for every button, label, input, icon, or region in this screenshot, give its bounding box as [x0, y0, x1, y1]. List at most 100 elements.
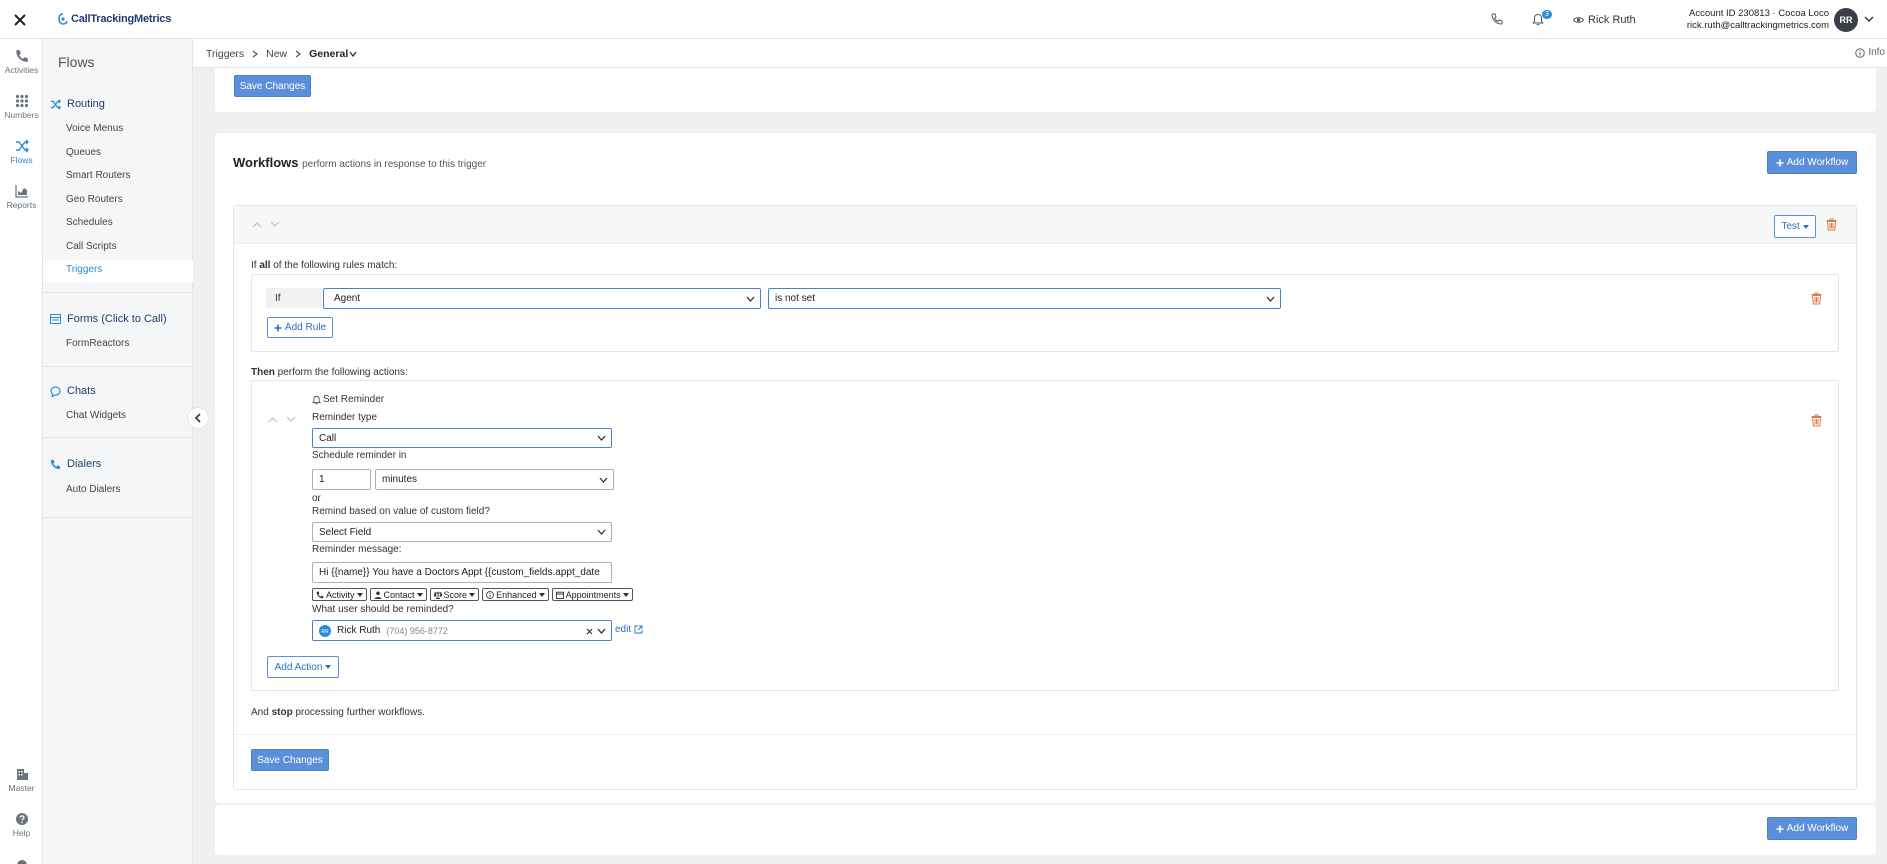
sidebar-title: Flows — [58, 54, 95, 70]
phone-icon[interactable] — [1491, 13, 1503, 25]
rail-help[interactable]: Help — [0, 812, 43, 838]
dialer-icon — [50, 459, 61, 469]
rail-settings[interactable] — [0, 857, 43, 864]
breadcrumb-new[interactable]: New — [266, 48, 287, 60]
token-activity-button[interactable]: Activity — [312, 588, 367, 601]
sidebar-item-chat-widgets[interactable]: Chat Widgets — [66, 410, 126, 421]
sidebar-item-auto-dialers[interactable]: Auto Dialers — [66, 484, 120, 495]
edit-user-link[interactable]: edit — [615, 624, 643, 635]
add-workflow-button-top[interactable]: Add Workflow — [1767, 151, 1857, 174]
rail-activities[interactable]: Activities — [0, 49, 43, 75]
avatar[interactable]: RR — [1834, 8, 1858, 32]
schedule-unit-select[interactable]: minutes — [375, 469, 614, 490]
delete-workflow-icon[interactable] — [1826, 218, 1837, 231]
user-select-phone: (704) 956-8772 — [386, 625, 448, 636]
token-label: Contact — [383, 589, 415, 600]
rule-field-select[interactable]: Agent — [323, 288, 761, 309]
sidebar-section-routing[interactable]: Routing — [50, 98, 105, 110]
sidebar-section-label: Dialers — [67, 458, 102, 470]
add-workflow-button-bottom[interactable]: Add Workflow — [1767, 817, 1857, 840]
rail-master[interactable]: Master — [0, 767, 43, 793]
account-id: Account ID 230813 · Cocoa Loco — [1689, 8, 1829, 19]
user-avatar-icon: RR — [319, 624, 331, 637]
workflow-header — [234, 206, 1856, 244]
actions-intro: Then perform the following actions: — [251, 367, 408, 378]
move-down-icon[interactable] — [286, 416, 296, 423]
token-score-button[interactable]: Score — [429, 588, 480, 601]
help-icon — [15, 813, 28, 825]
sidebar-item-triggers[interactable]: Triggers — [66, 264, 102, 275]
sidebar-section-label: Routing — [67, 98, 105, 110]
breadcrumb-triggers[interactable]: Triggers — [206, 48, 244, 60]
rail-reports[interactable]: Reports — [0, 184, 43, 210]
card-divider — [215, 803, 1876, 804]
token-contact-button[interactable]: Contact — [369, 588, 427, 601]
sidebar-section-forms[interactable]: Forms (Click to Call) — [50, 313, 167, 325]
delete-action-icon[interactable] — [1811, 414, 1822, 427]
save-changes-button-top[interactable]: Save Changes — [234, 75, 311, 97]
breadcrumb-bar: Triggers New General Info — [193, 39, 1887, 68]
user-select[interactable]: RR Rick Ruth (704) 956-8772 — [312, 620, 612, 641]
scale-icon — [433, 591, 442, 599]
delete-rule-icon[interactable] — [1811, 292, 1822, 305]
rule-if-label: If — [275, 293, 281, 304]
info-link[interactable]: Info — [1855, 47, 1885, 58]
svg-text:RR: RR — [321, 629, 329, 635]
stop-processing-text: And stop processing further workflows. — [251, 707, 425, 718]
schedule-amount-input[interactable]: 1 — [312, 469, 371, 490]
save-changes-button[interactable]: Save Changes — [251, 749, 329, 771]
move-up-icon[interactable] — [252, 221, 262, 228]
sidebar-item-geo-routers[interactable]: Geo Routers — [66, 194, 123, 205]
test-dropdown-button[interactable]: Test — [1774, 215, 1816, 238]
sidebar-item-schedules[interactable]: Schedules — [66, 217, 113, 228]
chat-icon — [50, 385, 61, 397]
phone-icon — [15, 50, 28, 62]
rule-operator-select[interactable]: is not set — [768, 288, 1281, 309]
custom-field-label: Remind based on value of custom field? — [312, 506, 490, 517]
sidebar-item-smart-routers[interactable]: Smart Routers — [66, 170, 130, 181]
top-bar: CallTrackingMetrics 3 Rick Ruth Account … — [0, 0, 1887, 39]
close-icon[interactable] — [12, 12, 28, 28]
token-label: Enhanced — [496, 589, 537, 600]
app-logo[interactable]: CallTrackingMetrics — [58, 13, 171, 25]
add-workflow-label: Add Workflow — [1786, 157, 1849, 168]
reminder-type-select[interactable]: Call — [312, 428, 612, 448]
move-up-icon[interactable] — [268, 416, 278, 423]
actions-intro-bold: Then — [251, 367, 275, 378]
chevron-down-icon — [1266, 296, 1275, 302]
chevron-down-icon[interactable] — [1864, 15, 1874, 23]
add-action-button[interactable]: Add Action — [267, 656, 339, 678]
chevron-down-icon[interactable] — [349, 51, 357, 57]
add-action-label: Add Action — [274, 661, 323, 673]
add-rule-button[interactable]: Add Rule — [267, 317, 333, 338]
general-card — [215, 68, 1876, 112]
rail-activities-label: Activities — [4, 65, 39, 75]
clear-icon[interactable] — [586, 628, 593, 635]
token-appointments-button[interactable]: Appointments — [551, 588, 633, 601]
sidebar-item-queues[interactable]: Queues — [66, 147, 101, 158]
sidebar-item-call-scripts[interactable]: Call Scripts — [66, 241, 117, 252]
move-down-icon[interactable] — [270, 221, 280, 228]
token-label: Appointments — [565, 589, 621, 600]
token-enhanced-button[interactable]: Enhanced — [482, 588, 549, 601]
add-workflow-label: Add Workflow — [1786, 823, 1849, 834]
workflow-footer-divider — [234, 734, 1856, 735]
user-menu[interactable]: Rick Ruth — [1573, 14, 1636, 26]
rule-field-value: Agent — [334, 293, 361, 304]
sidebar-item-formreactors[interactable]: FormReactors — [66, 338, 129, 349]
rail-flows[interactable]: Flows — [0, 139, 43, 165]
custom-field-select[interactable]: Select Field — [312, 522, 612, 542]
rail-numbers[interactable]: Numbers — [0, 94, 43, 120]
message-input[interactable]: Hi {{name}} You have a Doctors Appt {{cu… — [312, 562, 612, 583]
external-link-icon — [634, 625, 643, 634]
action-title-text: Set Reminder — [323, 394, 385, 405]
sidebar-item-voice-menus[interactable]: Voice Menus — [66, 123, 123, 134]
caret-down-icon — [416, 592, 423, 597]
gear-icon — [16, 860, 27, 864]
sidebar-collapse-button[interactable] — [187, 407, 209, 429]
actions-intro-post: perform the following actions: — [274, 367, 408, 378]
info-icon — [486, 590, 494, 599]
sidebar-section-chats[interactable]: Chats — [50, 385, 96, 397]
breadcrumb-general[interactable]: General — [309, 48, 348, 60]
sidebar-section-dialers[interactable]: Dialers — [50, 458, 101, 470]
